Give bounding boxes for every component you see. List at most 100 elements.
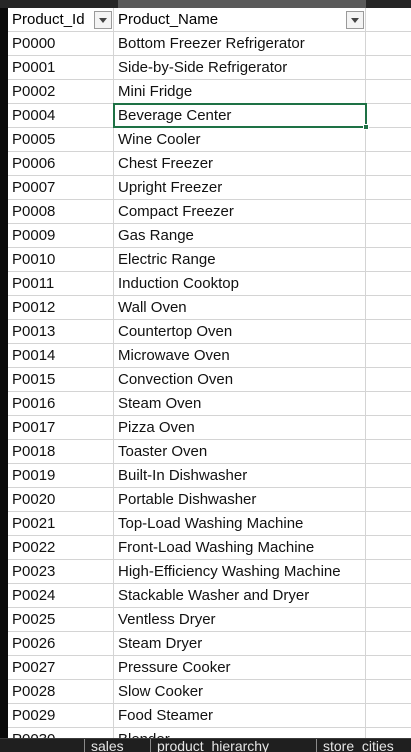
cell-product-id[interactable]: P0018: [8, 440, 114, 464]
sheet-tab-product-hierarchy[interactable]: product_hierarchy: [150, 739, 275, 752]
empty-cell[interactable]: [366, 584, 411, 608]
cell-product-name[interactable]: Convection Oven: [114, 368, 366, 392]
cell-product-id[interactable]: P0004: [8, 104, 114, 128]
empty-cell[interactable]: [366, 56, 411, 80]
cell-product-name[interactable]: Steam Dryer: [114, 632, 366, 656]
empty-cell[interactable]: [366, 296, 411, 320]
cell-product-name[interactable]: Compact Freezer: [114, 200, 366, 224]
table-row[interactable]: P0017 Pizza Oven: [8, 416, 411, 440]
cell-product-id[interactable]: P0028: [8, 680, 114, 704]
table-row[interactable]: P0015 Convection Oven: [8, 368, 411, 392]
cell-product-name[interactable]: Blender: [114, 728, 366, 738]
sheet-tab-sales[interactable]: sales: [84, 739, 130, 752]
cell-product-id[interactable]: P0008: [8, 200, 114, 224]
cell-product-name[interactable]: Toaster Oven: [114, 440, 366, 464]
filter-dropdown-icon[interactable]: [346, 11, 364, 29]
cell-product-name[interactable]: Mini Fridge: [114, 80, 366, 104]
cell-product-id[interactable]: P0026: [8, 632, 114, 656]
cell-product-id[interactable]: P0011: [8, 272, 114, 296]
cell-product-id[interactable]: P0030: [8, 728, 114, 738]
empty-cell[interactable]: [366, 248, 411, 272]
cell-product-name[interactable]: Bottom Freezer Refrigerator: [114, 32, 366, 56]
cell-product-id[interactable]: P0021: [8, 512, 114, 536]
cell-product-id[interactable]: P0006: [8, 152, 114, 176]
empty-cell[interactable]: [366, 392, 411, 416]
cell-product-id[interactable]: P0013: [8, 320, 114, 344]
empty-cell[interactable]: [366, 416, 411, 440]
cell-product-id[interactable]: P0019: [8, 464, 114, 488]
table-row[interactable]: P0020 Portable Dishwasher: [8, 488, 411, 512]
cell-product-id[interactable]: P0014: [8, 344, 114, 368]
cell-product-id[interactable]: P0017: [8, 416, 114, 440]
empty-cell[interactable]: [366, 80, 411, 104]
table-row[interactable]: P0025 Ventless Dryer: [8, 608, 411, 632]
empty-cell[interactable]: [366, 104, 411, 128]
cell-product-id[interactable]: P0029: [8, 704, 114, 728]
cell-product-name[interactable]: Side-by-Side Refrigerator: [114, 56, 366, 80]
cell-product-name[interactable]: Microwave Oven: [114, 344, 366, 368]
cell-product-name[interactable]: Steam Oven: [114, 392, 366, 416]
cell-product-name[interactable]: Portable Dishwasher: [114, 488, 366, 512]
table-row[interactable]: P0005 Wine Cooler: [8, 128, 411, 152]
empty-cell[interactable]: [366, 704, 411, 728]
cell-product-id[interactable]: P0027: [8, 656, 114, 680]
empty-cell[interactable]: [366, 176, 411, 200]
table-row[interactable]: P0004 Beverage Center: [8, 104, 411, 128]
cell-product-name[interactable]: Countertop Oven: [114, 320, 366, 344]
cell-product-id[interactable]: P0007: [8, 176, 114, 200]
cell-product-id[interactable]: P0020: [8, 488, 114, 512]
table-row[interactable]: P0019 Built-In Dishwasher: [8, 464, 411, 488]
table-row[interactable]: P0027 Pressure Cooker: [8, 656, 411, 680]
cell-product-name[interactable]: Electric Range: [114, 248, 366, 272]
cell-product-name[interactable]: High-Efficiency Washing Machine: [114, 560, 366, 584]
empty-cell[interactable]: [366, 488, 411, 512]
cell-product-name[interactable]: Food Steamer: [114, 704, 366, 728]
table-row[interactable]: P0018 Toaster Oven: [8, 440, 411, 464]
filter-dropdown-icon[interactable]: [94, 11, 112, 29]
empty-cell[interactable]: [366, 272, 411, 296]
empty-cell[interactable]: [366, 368, 411, 392]
cell-product-name[interactable]: Front-Load Washing Machine: [114, 536, 366, 560]
table-row[interactable]: P0006 Chest Freezer: [8, 152, 411, 176]
table-row[interactable]: P0010 Electric Range: [8, 248, 411, 272]
cell-product-id[interactable]: P0022: [8, 536, 114, 560]
cell-product-name[interactable]: Wine Cooler: [114, 128, 366, 152]
empty-cell[interactable]: [366, 8, 411, 32]
empty-cell[interactable]: [366, 464, 411, 488]
empty-cell[interactable]: [366, 656, 411, 680]
cell-product-name[interactable]: Beverage Center: [114, 104, 366, 128]
cell-product-name[interactable]: Induction Cooktop: [114, 272, 366, 296]
table-row[interactable]: P0029 Food Steamer: [8, 704, 411, 728]
table-row[interactable]: P0000 Bottom Freezer Refrigerator: [8, 32, 411, 56]
table-row[interactable]: P0009 Gas Range: [8, 224, 411, 248]
table-row[interactable]: P0028 Slow Cooker: [8, 680, 411, 704]
empty-cell[interactable]: [366, 320, 411, 344]
table-row[interactable]: P0011 Induction Cooktop: [8, 272, 411, 296]
empty-cell[interactable]: [366, 200, 411, 224]
table-row[interactable]: P0008 Compact Freezer: [8, 200, 411, 224]
table-row[interactable]: P0024 Stackable Washer and Dryer: [8, 584, 411, 608]
cell-product-name[interactable]: Pizza Oven: [114, 416, 366, 440]
table-row[interactable]: P0007 Upright Freezer: [8, 176, 411, 200]
cell-product-id[interactable]: P0015: [8, 368, 114, 392]
empty-cell[interactable]: [366, 224, 411, 248]
cell-product-id[interactable]: P0012: [8, 296, 114, 320]
table-row[interactable]: P0012 Wall Oven: [8, 296, 411, 320]
cell-product-name[interactable]: Wall Oven: [114, 296, 366, 320]
cell-product-name[interactable]: Chest Freezer: [114, 152, 366, 176]
cell-product-name[interactable]: Upright Freezer: [114, 176, 366, 200]
empty-cell[interactable]: [366, 512, 411, 536]
cell-product-name[interactable]: Top-Load Washing Machine: [114, 512, 366, 536]
header-product-name[interactable]: Product_Name: [114, 8, 366, 32]
cell-product-name[interactable]: Slow Cooker: [114, 680, 366, 704]
empty-cell[interactable]: [366, 32, 411, 56]
cell-product-id[interactable]: P0025: [8, 608, 114, 632]
cell-product-name[interactable]: Built-In Dishwasher: [114, 464, 366, 488]
empty-cell[interactable]: [366, 632, 411, 656]
empty-cell[interactable]: [366, 608, 411, 632]
table-row-partial[interactable]: P0030 Blender: [8, 728, 411, 738]
sheet-tab-store-cities[interactable]: store_cities: [316, 739, 400, 752]
cell-product-id[interactable]: P0024: [8, 584, 114, 608]
cell-product-name[interactable]: Gas Range: [114, 224, 366, 248]
table-row[interactable]: P0014 Microwave Oven: [8, 344, 411, 368]
